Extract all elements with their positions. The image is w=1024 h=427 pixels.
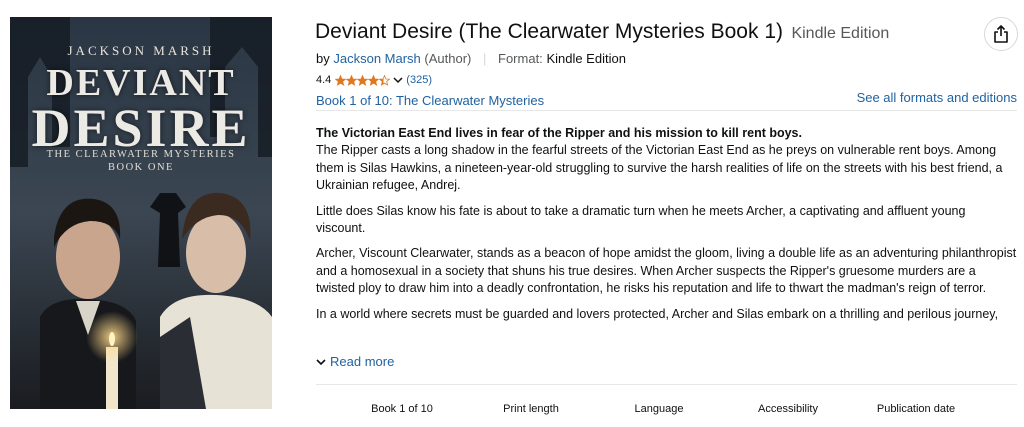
- cover-series-text: THE CLEARWATER MYSTERIES BOOK ONE: [10, 148, 272, 174]
- format-label: Format:: [498, 51, 543, 66]
- product-title: Deviant Desire (The Clearwater Mysteries…: [315, 20, 783, 43]
- description-paragraph-1: The Ripper casts a long shadow in the fe…: [316, 143, 1003, 193]
- chevron-down-icon[interactable]: [393, 76, 403, 84]
- cover-series-line1: THE CLEARWATER MYSTERIES: [46, 149, 236, 160]
- product-description: The Victorian East End lives in fear of …: [316, 125, 1018, 343]
- book-cover-image[interactable]: JACKSON MARSH DEVIANT DESIRE THE CLEARWA…: [10, 17, 272, 409]
- product-edition: Kindle Edition: [791, 25, 890, 42]
- rating-value: 4.4: [316, 74, 332, 86]
- star-icon: [335, 74, 347, 86]
- see-all-formats-link[interactable]: See all formats and editions: [857, 90, 1017, 105]
- share-icon: [994, 25, 1008, 43]
- product-attributes: Book 1 of 10 Print length Language Acces…: [316, 403, 1018, 419]
- byline: by Jackson Marsh (Author) | Format: Kind…: [316, 51, 626, 66]
- attribute-accessibility[interactable]: Accessibility: [758, 403, 818, 415]
- author-link[interactable]: Jackson Marsh: [333, 51, 420, 66]
- cover-author-text: JACKSON MARSH: [67, 43, 215, 58]
- share-button[interactable]: [984, 17, 1018, 51]
- rating-count-link[interactable]: (325): [406, 74, 432, 86]
- description-paragraph-4: In a world where secrets must be guarded…: [316, 306, 999, 321]
- divider-bottom: [316, 384, 1017, 385]
- author-role: (Author): [424, 51, 472, 66]
- attribute-language[interactable]: Language: [635, 403, 684, 415]
- read-more-link[interactable]: Read more: [316, 354, 394, 369]
- chevron-down-icon: [316, 358, 326, 365]
- product-title-row: Deviant Desire (The Clearwater Mysteries…: [315, 20, 889, 44]
- attribute-series[interactable]: Book 1 of 10: [371, 403, 433, 415]
- rating-row: 4.4 (325): [316, 74, 432, 86]
- description-paragraph-2: Little does Silas know his fate is about…: [316, 203, 966, 236]
- star-icon: [346, 74, 358, 86]
- attribute-publication-date[interactable]: Publication date: [877, 403, 955, 415]
- byline-separator: |: [483, 51, 487, 66]
- format-value: Kindle Edition: [546, 51, 626, 66]
- by-label: by: [316, 51, 330, 66]
- series-link[interactable]: Book 1 of 10: The Clearwater Mysteries: [316, 93, 544, 108]
- divider-top: [316, 110, 1017, 111]
- star-rating[interactable]: [335, 74, 391, 86]
- read-more-label: Read more: [330, 354, 395, 369]
- star-icon: [357, 74, 369, 86]
- star-icon: [368, 74, 380, 86]
- attribute-print-length[interactable]: Print length: [503, 403, 559, 415]
- star-icon: [379, 74, 391, 86]
- description-lead: The Victorian East End lives in fear of …: [316, 126, 802, 140]
- description-paragraph-3: Archer, Viscount Clearwater, stands as a…: [316, 246, 1017, 296]
- cover-series-line2: BOOK ONE: [108, 162, 174, 173]
